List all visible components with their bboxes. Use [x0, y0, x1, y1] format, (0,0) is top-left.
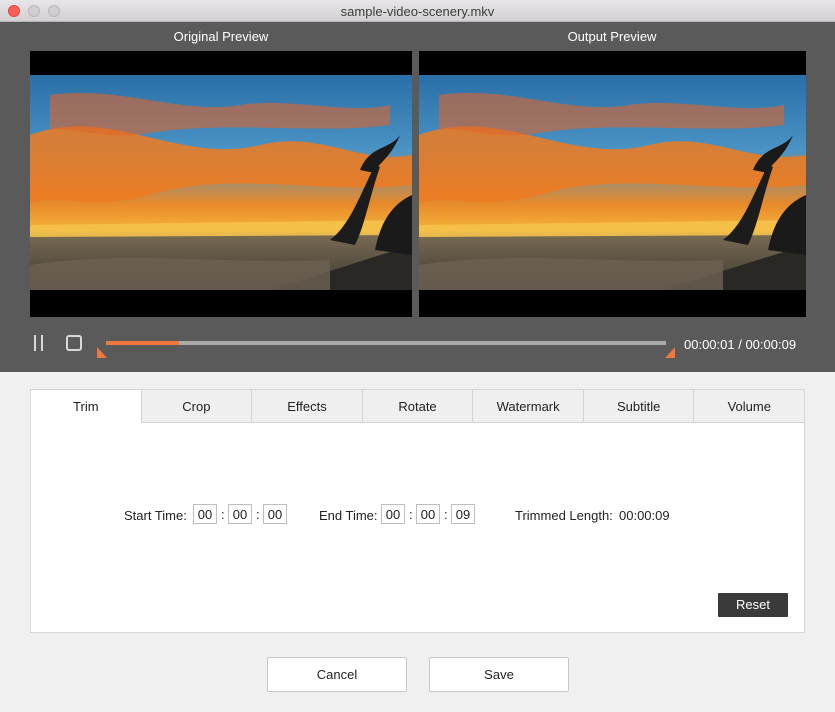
scenery-image: [419, 75, 806, 290]
output-preview-label: Output Preview: [567, 29, 657, 44]
tab-rotate[interactable]: Rotate: [361, 390, 473, 423]
tab-watermark[interactable]: Watermark: [472, 390, 583, 423]
end-hours-field[interactable]: 00: [381, 504, 405, 524]
save-button[interactable]: Save: [429, 657, 569, 692]
trim-end-handle[interactable]: [665, 344, 675, 358]
start-seconds-field[interactable]: 00: [263, 504, 287, 524]
trim-start-handle[interactable]: [97, 344, 107, 358]
time-separator: :: [444, 507, 448, 522]
original-preview-video: [30, 51, 412, 317]
tab-crop[interactable]: Crop: [140, 390, 252, 423]
time-separator: :: [221, 507, 225, 522]
pause-icon[interactable]: [31, 335, 47, 351]
scenery-image: [30, 75, 412, 290]
playback-progress-track[interactable]: [106, 341, 666, 345]
end-time-label: End Time:: [319, 508, 378, 523]
time-separator: :: [409, 507, 413, 522]
start-time-label: Start Time:: [124, 508, 187, 523]
tab-subtitle[interactable]: Subtitle: [582, 390, 694, 423]
reset-button[interactable]: Reset: [718, 593, 788, 617]
stop-icon[interactable]: [66, 335, 82, 351]
title-bar: sample-video-scenery.mkv: [0, 0, 835, 22]
start-hours-field[interactable]: 00: [193, 504, 217, 524]
time-separator: :: [256, 507, 260, 522]
start-minutes-field[interactable]: 00: [228, 504, 252, 524]
original-preview-label: Original Preview: [173, 29, 269, 44]
edit-panel: Trim Crop Effects Rotate Watermark Subti…: [30, 389, 805, 633]
cancel-button[interactable]: Cancel: [267, 657, 407, 692]
window-title: sample-video-scenery.mkv: [340, 4, 495, 19]
tab-trim[interactable]: Trim: [31, 390, 141, 423]
end-minutes-field[interactable]: 00: [416, 504, 440, 524]
preview-area: Original Preview Output Preview 00:00:01…: [0, 22, 835, 372]
trimmed-length-label: Trimmed Length:: [515, 508, 613, 523]
tab-bar: Trim Crop Effects Rotate Watermark Subti…: [31, 390, 805, 423]
time-readout: 00:00:01 / 00:00:09: [684, 337, 797, 352]
tab-volume[interactable]: Volume: [693, 390, 805, 423]
trimmed-length-value: 00:00:09: [619, 508, 670, 523]
playback-progress-fill: [106, 341, 179, 345]
end-seconds-field[interactable]: 09: [451, 504, 475, 524]
tab-effects[interactable]: Effects: [251, 390, 362, 423]
output-preview-video: [419, 51, 806, 317]
